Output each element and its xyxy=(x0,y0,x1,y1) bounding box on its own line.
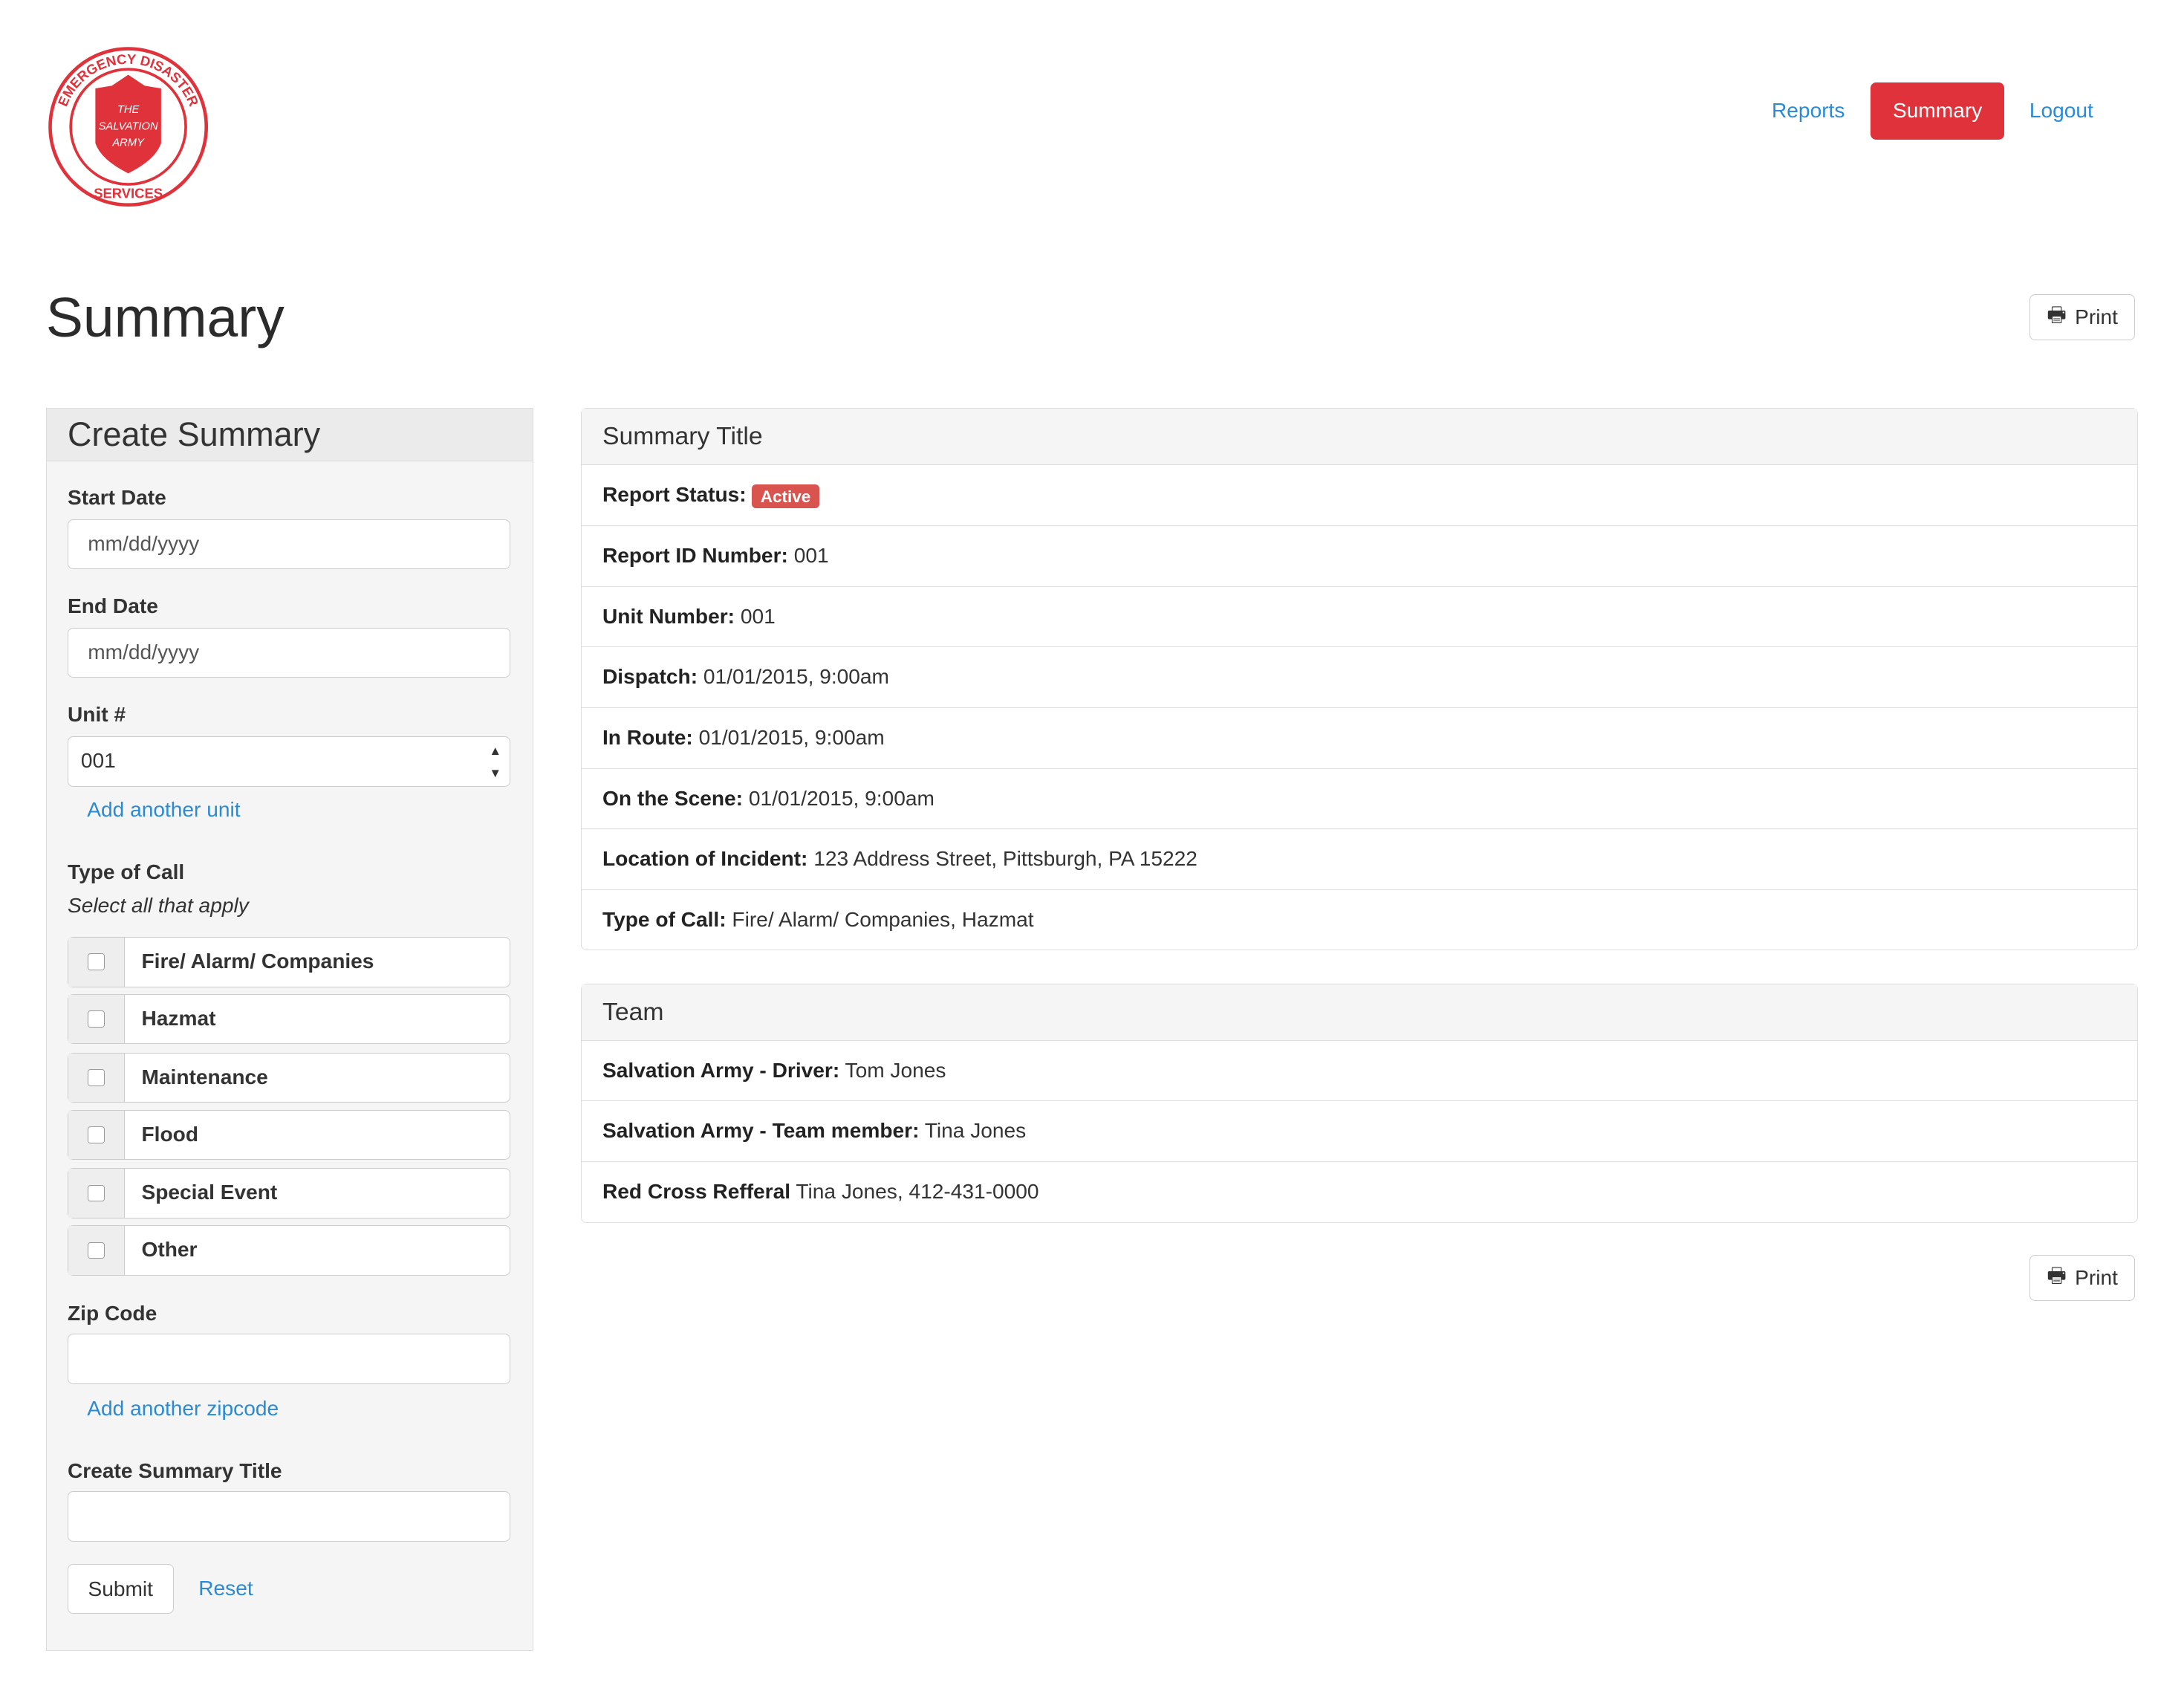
print-label: Print xyxy=(2075,305,2118,328)
team-row: Salvation Army - Team member: Tina Jones xyxy=(581,1101,2138,1162)
create-summary-title: Create Summary xyxy=(46,409,533,461)
checkbox[interactable] xyxy=(88,1242,105,1259)
type-of-call-hint: Select all that apply xyxy=(68,893,249,917)
type-of-call-label: Type of Call xyxy=(68,860,185,883)
checkbox[interactable] xyxy=(88,1184,105,1202)
checkbox[interactable] xyxy=(88,1010,105,1028)
checkbox-special-event[interactable]: Special Event xyxy=(68,1168,511,1218)
checkbox-label: Other xyxy=(141,1238,198,1262)
page-title: Summary xyxy=(45,286,285,349)
nav-summary[interactable]: Summary xyxy=(1871,82,2005,140)
svg-text:SALVATION: SALVATION xyxy=(98,120,157,132)
summary-panel-title: Summary Title xyxy=(581,409,2138,466)
team-panel: Team Salvation Army - Driver: Tom Jones … xyxy=(580,983,2139,1223)
row-value: 123 Address Street, Pittsburgh, PA 15222 xyxy=(813,847,1197,871)
submit-button[interactable]: Submit xyxy=(68,1563,174,1615)
unit-select[interactable]: 001 ▲ ▼ xyxy=(68,736,511,787)
print-button-top[interactable]: 🖶 Print xyxy=(2029,293,2136,340)
row-label: Type of Call: xyxy=(602,907,727,931)
checkbox-fire-alarm[interactable]: Fire/ Alarm/ Companies xyxy=(68,937,511,987)
checkbox[interactable] xyxy=(88,1069,105,1086)
unit-label: Unit # xyxy=(68,703,126,726)
checkbox-other[interactable]: Other xyxy=(68,1225,511,1276)
zip-code-input[interactable] xyxy=(68,1334,511,1384)
checkbox-label: Special Event xyxy=(141,1181,278,1204)
print-button-bottom[interactable]: 🖶 Print xyxy=(2029,1255,2136,1302)
row-label: Salvation Army - Driver: xyxy=(602,1058,840,1082)
summary-row: Location of Incident: 123 Address Street… xyxy=(581,829,2138,890)
row-value: 01/01/2015, 9:00am xyxy=(698,725,885,749)
row-value: Fire/ Alarm/ Companies, Hazmat xyxy=(732,907,1034,931)
summary-title-label: Create Summary Title xyxy=(68,1459,282,1483)
row-value: 01/01/2015, 9:00am xyxy=(748,786,935,810)
start-date-label: Start Date xyxy=(68,485,166,509)
svg-text:SERVICES: SERVICES xyxy=(94,186,163,201)
row-value: 01/01/2015, 9:00am xyxy=(703,665,889,689)
status-badge: Active xyxy=(752,484,819,509)
summary-panel: Summary Title Report Status: Active Repo… xyxy=(580,408,2139,951)
checkbox-label: Hazmat xyxy=(141,1006,216,1030)
unit-select-value: 001 xyxy=(80,749,116,772)
print-label: Print xyxy=(2075,1266,2118,1290)
team-row: Salvation Army - Driver: Tom Jones xyxy=(581,1041,2138,1102)
checkbox-flood[interactable]: Flood xyxy=(68,1109,511,1160)
row-value: Tom Jones xyxy=(845,1058,946,1082)
nav-logout[interactable]: Logout xyxy=(2029,82,2093,140)
summary-row: In Route: 01/01/2015, 9:00am xyxy=(581,708,2138,769)
checkbox[interactable] xyxy=(88,953,105,971)
reset-link[interactable]: Reset xyxy=(198,1577,253,1600)
row-label: Unit Number: xyxy=(602,604,735,628)
checkbox-hazmat[interactable]: Hazmat xyxy=(68,993,511,1045)
end-date-label: End Date xyxy=(68,594,158,617)
row-label: Report ID Number: xyxy=(602,544,788,567)
checkbox[interactable] xyxy=(88,1126,105,1143)
zip-code-label: Zip Code xyxy=(68,1302,157,1325)
team-row: Red Cross Refferal Tina Jones, 412-431-0… xyxy=(582,1162,2137,1222)
checkbox-maintenance[interactable]: Maintenance xyxy=(68,1052,511,1103)
row-label: Salvation Army - Team member: xyxy=(602,1119,920,1143)
summary-title-input[interactable] xyxy=(68,1491,511,1542)
row-label: Red Cross Refferal xyxy=(602,1180,791,1203)
salvation-army-eds-logo: EMERGENCY DISASTER SERVICES THE SALVATIO… xyxy=(48,47,208,207)
row-value: Tina Jones, 412-431-0000 xyxy=(796,1180,1039,1203)
summary-row: Unit Number: 001 xyxy=(581,587,2138,648)
select-arrows-icon: ▲ ▼ xyxy=(489,743,501,780)
add-another-unit-link[interactable]: Add another unit xyxy=(87,798,240,822)
summary-row: Type of Call: Fire/ Alarm/ Companies, Ha… xyxy=(582,890,2137,950)
row-label: Report Status: xyxy=(602,483,747,507)
nav-reports[interactable]: Reports xyxy=(1772,82,1845,140)
start-date-input[interactable]: mm/dd/yyyy xyxy=(68,519,511,569)
checkbox-label: Flood xyxy=(141,1122,199,1146)
row-value: 001 xyxy=(793,544,829,567)
create-summary-panel: Create Summary Start Date mm/dd/yyyy End… xyxy=(45,408,534,1651)
row-label: On the Scene: xyxy=(602,786,743,810)
add-another-zipcode-link[interactable]: Add another zipcode xyxy=(87,1397,279,1421)
checkbox-label: Fire/ Alarm/ Companies xyxy=(141,950,374,973)
svg-text:ARMY: ARMY xyxy=(111,137,145,149)
printer-icon: 🖶 xyxy=(2047,1264,2067,1288)
svg-text:THE: THE xyxy=(117,104,140,116)
row-value: 001 xyxy=(740,604,776,628)
checkbox-label: Maintenance xyxy=(141,1065,268,1088)
row-value: Tina Jones xyxy=(924,1119,1027,1143)
end-date-input[interactable]: mm/dd/yyyy xyxy=(68,627,511,678)
row-label: In Route: xyxy=(602,725,693,749)
summary-row: Report ID Number: 001 xyxy=(581,526,2138,587)
team-panel-title: Team xyxy=(581,984,2138,1041)
row-label: Dispatch: xyxy=(602,665,698,689)
row-label: Location of Incident: xyxy=(602,847,808,871)
summary-row: Dispatch: 01/01/2015, 9:00am xyxy=(581,647,2138,708)
report-status-row: Report Status: Active xyxy=(581,465,2138,526)
printer-icon: 🖶 xyxy=(2047,302,2067,326)
summary-row: On the Scene: 01/01/2015, 9:00am xyxy=(581,769,2138,830)
